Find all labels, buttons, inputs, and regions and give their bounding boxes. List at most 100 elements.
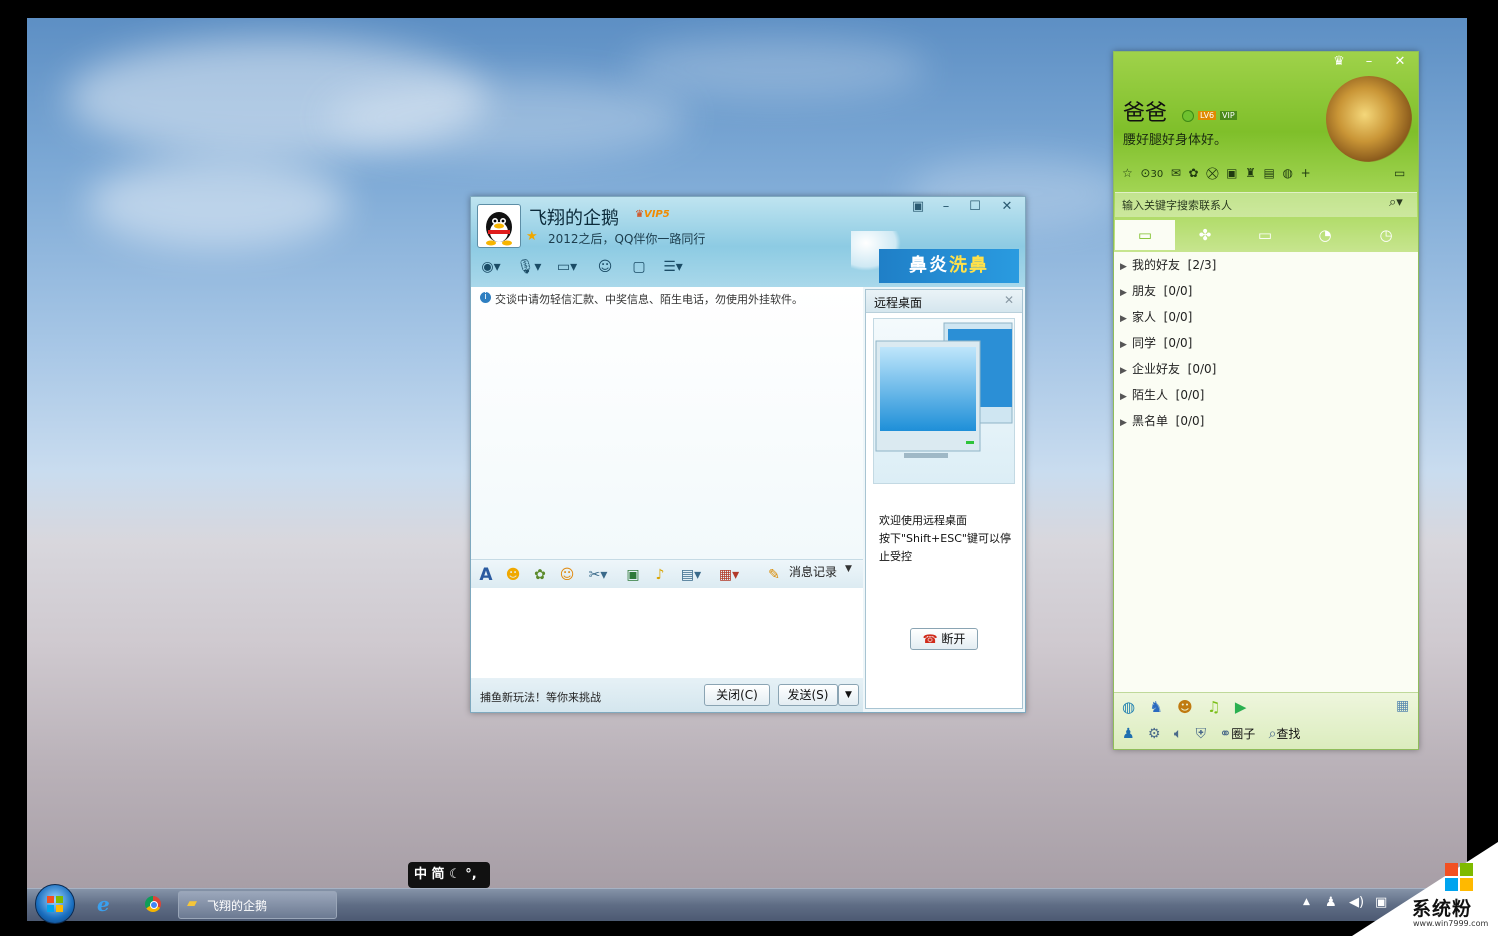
emoji-icon[interactable]: ☻	[502, 565, 524, 585]
add-contact-icon[interactable]: ☺	[591, 257, 619, 277]
shopping-icon[interactable]: ⛒	[1206, 166, 1218, 180]
qq-close-button[interactable]: ✕	[1389, 54, 1411, 70]
screenshot-icon[interactable]: ✂▾	[583, 565, 613, 585]
group-item[interactable]: ▶ 我的好友 [2/3]	[1120, 255, 1216, 275]
group-name: 同学	[1132, 336, 1157, 350]
voice-call-icon[interactable]: 🎙▾	[515, 257, 543, 277]
qq-game-icon[interactable]: ♞	[1149, 698, 1162, 716]
qq-pet-icon[interactable]: ☻	[1177, 698, 1193, 716]
message-display-area[interactable]	[471, 287, 863, 559]
browser-icon[interactable]: ◍	[1283, 166, 1293, 180]
chrome-icon[interactable]	[145, 896, 161, 912]
doc-icon[interactable]: ▤	[1264, 166, 1275, 180]
chat-close-button[interactable]: ✕	[996, 199, 1018, 215]
contact-avatar[interactable]	[477, 204, 521, 248]
chat-minimize-button[interactable]: –	[935, 199, 957, 215]
qq-video-icon[interactable]: ▶	[1235, 698, 1247, 716]
close-chat-button[interactable]: 关闭(C)	[704, 684, 770, 706]
group-item[interactable]: ▶ 同学 [0/0]	[1120, 333, 1192, 353]
sound-icon[interactable]: 🔈︎	[1174, 726, 1182, 742]
circle-icon[interactable]: ⚭	[1219, 726, 1231, 742]
contact-search-input[interactable]: 输入关键字搜索联系人 ⌕▾	[1115, 192, 1417, 217]
remote-desktop-icon[interactable]: ▢	[625, 257, 653, 277]
user-mood[interactable]: 腰好腿好身体好。	[1123, 129, 1227, 148]
image-icon[interactable]: ▣	[622, 565, 644, 585]
start-button[interactable]	[35, 884, 75, 924]
disconnect-button[interactable]: ☎ 断开	[910, 628, 978, 650]
circle-label[interactable]: 圈子	[1231, 727, 1255, 741]
video-call-icon[interactable]: ◉▾	[477, 257, 505, 277]
font-icon[interactable]: A	[475, 565, 497, 585]
chat-skin-button[interactable]: ▣	[907, 199, 929, 215]
tab-groups[interactable]: ✤	[1175, 220, 1235, 250]
group-name: 朋友	[1132, 284, 1157, 298]
send-options-dropdown[interactable]: ▼	[838, 684, 859, 706]
find-label[interactable]: 查找	[1276, 727, 1300, 741]
security-shield-icon[interactable]: ⛨	[1196, 726, 1207, 742]
wallet-icon[interactable]: ▣	[1226, 166, 1237, 180]
ie-icon[interactable]: e	[97, 892, 110, 916]
message-input[interactable]	[471, 588, 863, 678]
ime-moon-icon[interactable]: ☾	[449, 867, 461, 882]
taskbar-task-chat[interactable]: ▰ 飞翔的企鹅	[178, 891, 337, 919]
magic-emoji-icon[interactable]: ✿	[529, 565, 551, 585]
add-app-icon[interactable]: +	[1301, 166, 1311, 180]
tab-recent[interactable]: ◷	[1355, 220, 1417, 250]
qq-minimize-button[interactable]: –	[1358, 54, 1380, 70]
qq-main-window[interactable]: ♛ – ✕ 爸爸 LV6 VIP 腰好腿好身体好。 ☆ ⊙30 ✉ ✿ ⛒ ▣ …	[1113, 51, 1419, 750]
group-name: 我的好友	[1132, 258, 1181, 272]
remote-panel-close-icon[interactable]: ✕	[1004, 293, 1014, 307]
hangup-icon: ☎	[922, 632, 938, 646]
search-icon[interactable]: ⌕▾	[1389, 195, 1403, 210]
qq-skin-button[interactable]: ♛	[1328, 54, 1350, 70]
file-transfer-icon[interactable]: ▭▾	[553, 257, 581, 277]
gift-icon[interactable]: ▤▾	[676, 565, 706, 585]
music-icon[interactable]: ♪	[649, 565, 671, 585]
ime-toolbar[interactable]: 中 简 ☾ °,	[408, 862, 490, 888]
message-box-icon[interactable]: ▭	[1394, 166, 1405, 180]
history-button[interactable]: 消息记录	[789, 563, 837, 580]
tray-expand-icon[interactable]: ▲	[1303, 897, 1310, 907]
qq-main-menu-icon[interactable]: ♟	[1122, 726, 1135, 742]
chat-maximize-button[interactable]: ☐	[964, 199, 986, 215]
zone-icon[interactable]: ⊙	[1140, 166, 1150, 180]
qq-browser-icon[interactable]: ◍	[1122, 698, 1135, 716]
tab-discussions[interactable]: ▭	[1235, 220, 1295, 250]
shake-icon[interactable]: ☺	[556, 565, 578, 585]
app-menu-icon[interactable]: ☰▾	[659, 257, 687, 277]
mail-icon[interactable]: ✉	[1171, 166, 1181, 180]
settings-icon[interactable]: ⚙	[1148, 726, 1161, 742]
tab-contacts[interactable]: ▭	[1115, 220, 1175, 250]
group-item[interactable]: ▶ 家人 [0/0]	[1120, 307, 1192, 327]
game-promo-link[interactable]: 捕鱼新玩法！等你来挑战	[480, 689, 601, 705]
ad-banner[interactable]: 鼻炎洗鼻	[879, 249, 1019, 283]
group-item[interactable]: ▶ 陌生人 [0/0]	[1120, 385, 1204, 405]
history-dropdown-icon[interactable]: ▼	[845, 564, 852, 574]
group-item[interactable]: ▶ 朋友 [0/0]	[1120, 281, 1192, 301]
ime-language[interactable]: 中	[414, 867, 427, 882]
ime-mode[interactable]: 简	[432, 867, 445, 882]
group-item[interactable]: ▶ 企业好友 [0/0]	[1120, 359, 1216, 379]
pet-icon[interactable]: ✿	[1189, 166, 1199, 180]
toolbox-icon[interactable]: ▦▾	[714, 565, 744, 585]
tray-volume-icon[interactable]: ◀)	[1349, 895, 1364, 910]
group-count: [2/3]	[1187, 258, 1217, 272]
online-status-icon[interactable]	[1182, 110, 1194, 122]
tray-qq-icon[interactable]: ♟	[1325, 895, 1337, 910]
level-badge: LV6	[1198, 111, 1217, 120]
chat-bubble-icon: ▭	[1137, 226, 1153, 244]
bag-icon[interactable]: ♜	[1245, 166, 1256, 180]
expand-arrow-icon: ▶	[1120, 314, 1127, 324]
group-item[interactable]: ▶ 黑名单 [0/0]	[1120, 411, 1204, 431]
history-icon[interactable]: ✎	[763, 565, 785, 585]
tray-network-icon[interactable]: ▣	[1375, 895, 1387, 910]
send-button[interactable]: 发送(S)	[778, 684, 838, 706]
tab-microblog[interactable]: ◔	[1295, 220, 1355, 250]
chat-window[interactable]: 飞翔的企鹅 ♛VIP5 ★ 2012之后，QQ伴你一路同行 ▣ – ☐ ✕ ◉▾…	[470, 196, 1026, 713]
snail-decoration	[1326, 76, 1412, 162]
ime-punct-icon[interactable]: °,	[465, 867, 476, 882]
qq-music-icon[interactable]: ♫	[1207, 698, 1220, 716]
favorite-icon[interactable]: ☆	[1122, 166, 1133, 180]
user-nickname[interactable]: 爸爸	[1123, 95, 1167, 127]
app-grid-icon[interactable]: ▦	[1396, 698, 1409, 714]
